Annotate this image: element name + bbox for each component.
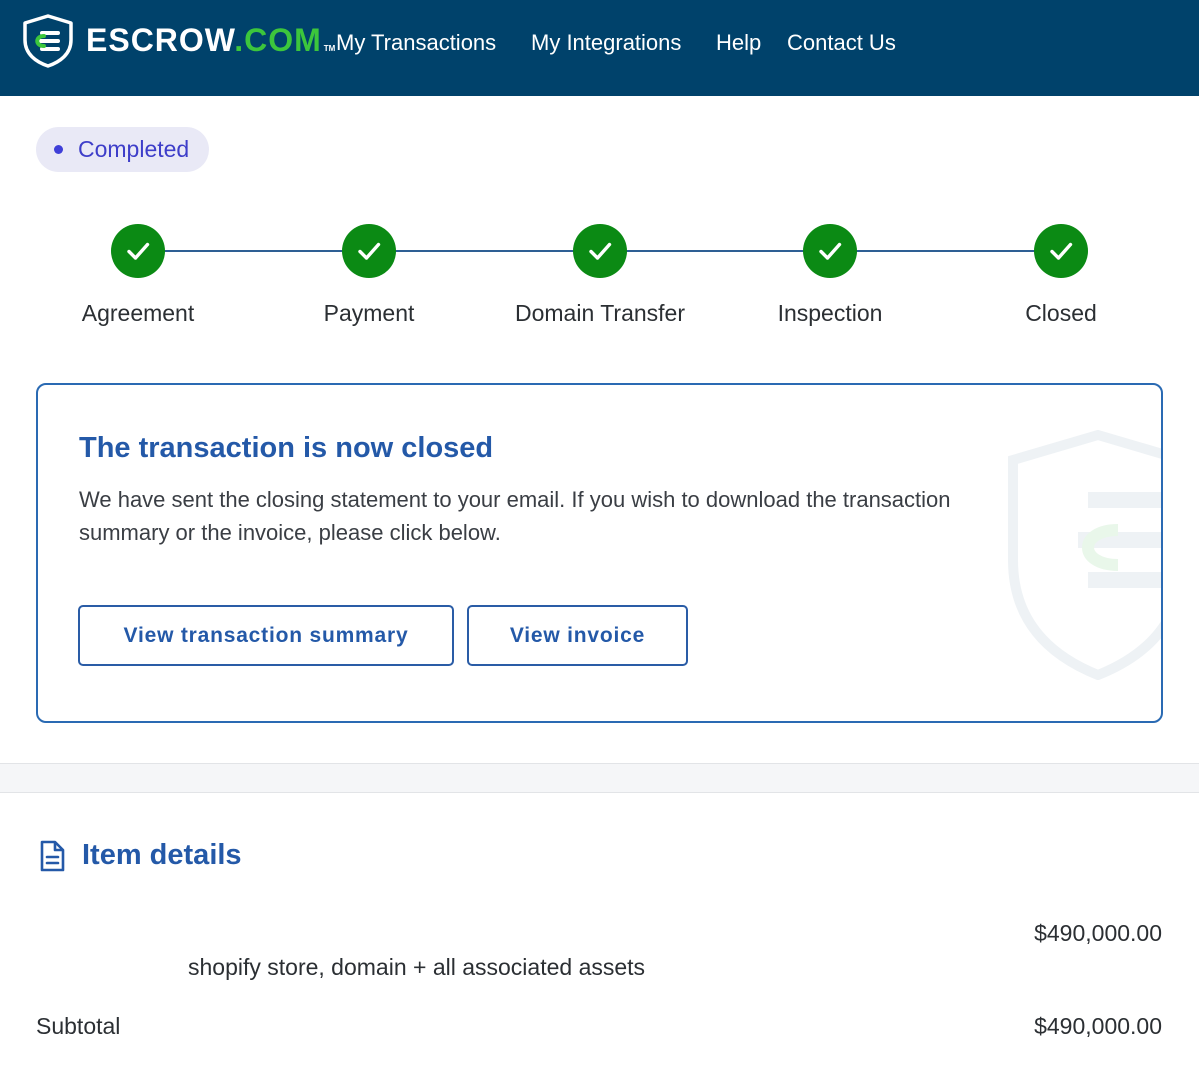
subtotal-label: Subtotal (36, 1013, 121, 1039)
brand-name: ESCROW (86, 22, 235, 58)
view-invoice-button[interactable]: View invoice (467, 605, 688, 666)
step-label-domain-transfer: Domain Transfer (514, 300, 685, 326)
card-message: We have sent the closing statement to yo… (79, 487, 951, 545)
item-description: shopify store, domain + all associated a… (188, 954, 646, 980)
view-transaction-summary-button[interactable]: View transaction summary (78, 605, 454, 666)
step-agreement-checkmark-icon (111, 224, 165, 278)
brand-logo[interactable]: ESCROW.COM TM (86, 20, 335, 69)
status-dot-icon (54, 145, 63, 154)
shield-watermark-icon (1008, 430, 1161, 680)
step-label-payment: Payment (323, 300, 415, 326)
step-label-inspection: Inspection (777, 300, 883, 326)
card-title: The transaction is now closed (79, 432, 494, 464)
status-label: Completed (78, 136, 190, 162)
transaction-closed-card: The transaction is now closed We have se… (36, 383, 1163, 723)
step-payment-checkmark-icon (342, 224, 396, 278)
item-details-title: Item details (82, 839, 242, 871)
subtotal-value: $490,000.00 (1034, 1013, 1162, 1039)
nav-help[interactable]: Help (716, 28, 761, 58)
status-badge: Completed (36, 127, 209, 172)
step-label-agreement: Agreement (81, 300, 195, 326)
top-navigation-bar: ESCROW.COM TM My Transactions My Integrat… (0, 0, 1199, 96)
step-inspection-checkmark-icon (803, 224, 857, 278)
escrow-shield-icon[interactable] (22, 14, 74, 68)
step-closed-checkmark-icon (1034, 224, 1088, 278)
nav-contact-us[interactable]: Contact Us (787, 28, 896, 58)
step-label-closed: Closed (1025, 300, 1097, 326)
document-icon (40, 840, 65, 872)
nav-my-transactions[interactable]: My Transactions (336, 28, 496, 58)
brand-domain: .COM (234, 22, 322, 58)
step-domain-transfer-checkmark-icon (573, 224, 627, 278)
item-price: $490,000.00 (1034, 920, 1162, 946)
nav-my-integrations[interactable]: My Integrations (531, 28, 681, 58)
section-divider (0, 763, 1199, 793)
trademark-mark: TM (323, 44, 336, 53)
